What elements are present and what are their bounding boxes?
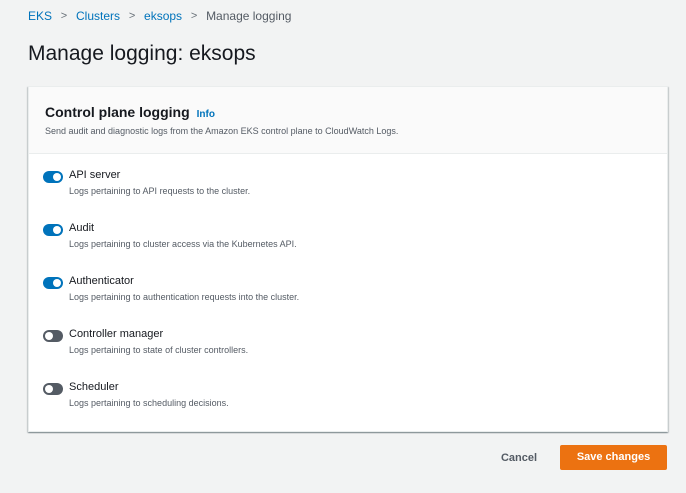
- option-description: Logs pertaining to scheduling decisions.: [69, 398, 229, 408]
- option-label: Audit: [69, 222, 95, 234]
- option-description: Logs pertaining to API requests to the c…: [69, 186, 251, 196]
- toggle-knob: [53, 279, 61, 287]
- option-label: Authenticator: [69, 275, 134, 287]
- toggle-knob: [53, 173, 61, 181]
- option-text: Audit Logs pertaining to cluster access …: [69, 221, 297, 250]
- option-label: Scheduler: [69, 381, 119, 393]
- breadcrumb-cluster-eksops[interactable]: eksops: [144, 8, 182, 24]
- option-description: Logs pertaining to cluster access via th…: [69, 239, 297, 249]
- api-server-toggle[interactable]: [43, 171, 63, 183]
- option-controller-manager: Controller manager Logs pertaining to st…: [43, 327, 667, 380]
- panel-title-row: Control plane logging Info: [45, 103, 667, 121]
- option-label: Controller manager: [69, 328, 164, 340]
- authenticator-toggle[interactable]: [43, 277, 63, 289]
- page: EKS > Clusters > eksops > Manage logging…: [0, 0, 686, 493]
- logging-options: API server Logs pertaining to API reques…: [29, 154, 667, 433]
- option-text: Controller manager Logs pertaining to st…: [69, 327, 248, 356]
- option-text: API server Logs pertaining to API reques…: [69, 168, 250, 197]
- chevron-right-icon: >: [190, 10, 198, 22]
- breadcrumb: EKS > Clusters > eksops > Manage logging: [28, 8, 291, 24]
- option-scheduler: Scheduler Logs pertaining to scheduling …: [43, 380, 667, 433]
- toggle-knob: [45, 385, 53, 393]
- breadcrumb-clusters[interactable]: Clusters: [76, 8, 120, 24]
- page-title: Manage logging: eksops: [28, 42, 256, 65]
- scheduler-toggle[interactable]: [43, 383, 63, 395]
- breadcrumb-eks[interactable]: EKS: [28, 8, 52, 24]
- panel-header: Control plane logging Info Send audit an…: [29, 87, 667, 154]
- info-link[interactable]: Info: [197, 109, 215, 120]
- audit-toggle[interactable]: [43, 224, 63, 236]
- toggle-knob: [53, 226, 61, 234]
- option-text: Authenticator Logs pertaining to authent…: [69, 274, 299, 303]
- chevron-right-icon: >: [60, 10, 68, 22]
- save-changes-button[interactable]: Save changes: [560, 445, 667, 470]
- panel-title: Control plane logging: [45, 104, 190, 120]
- chevron-right-icon: >: [128, 10, 136, 22]
- breadcrumb-current: Manage logging: [206, 9, 292, 23]
- controller-manager-toggle[interactable]: [43, 330, 63, 342]
- panel-description: Send audit and diagnostic logs from the …: [45, 126, 399, 136]
- option-description: Logs pertaining to authentication reques…: [69, 292, 300, 302]
- cancel-button[interactable]: Cancel: [488, 446, 550, 470]
- option-description: Logs pertaining to state of cluster cont…: [69, 345, 249, 355]
- option-api-server: API server Logs pertaining to API reques…: [43, 168, 667, 221]
- toggle-knob: [45, 332, 53, 340]
- option-label: API server: [69, 169, 121, 181]
- logging-panel: Control plane logging Info Send audit an…: [28, 86, 668, 432]
- option-text: Scheduler Logs pertaining to scheduling …: [69, 380, 229, 409]
- option-authenticator: Authenticator Logs pertaining to authent…: [43, 274, 667, 327]
- option-audit: Audit Logs pertaining to cluster access …: [43, 221, 667, 274]
